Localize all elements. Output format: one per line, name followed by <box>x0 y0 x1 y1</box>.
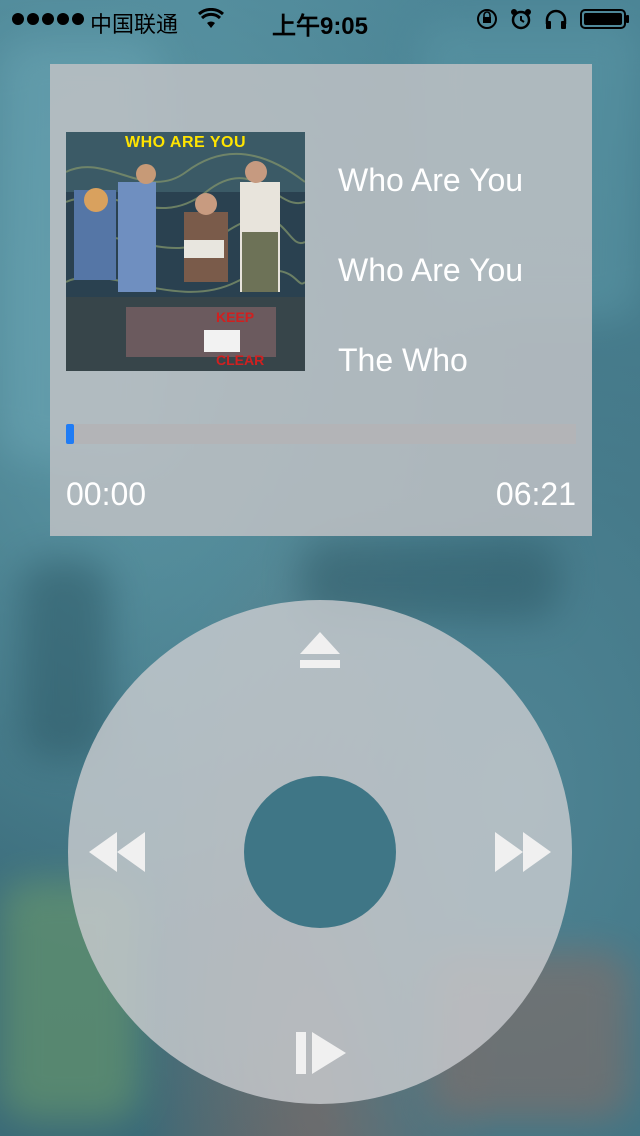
track-album: Who Are You <box>338 252 524 288</box>
svg-text:KEEP: KEEP <box>216 309 254 325</box>
play-pause-button[interactable] <box>296 1032 348 1079</box>
rotation-lock-icon <box>476 8 498 36</box>
fast-forward-button[interactable] <box>494 832 552 877</box>
headphones-icon <box>544 8 568 36</box>
rewind-button[interactable] <box>88 832 146 877</box>
track-title: Who Are You <box>338 162 524 198</box>
eject-icon <box>298 632 342 674</box>
elapsed-time: 00:00 <box>66 476 147 512</box>
progress-fill <box>66 424 74 444</box>
click-wheel[interactable] <box>68 600 572 1104</box>
svg-text:CLEAR: CLEAR <box>216 352 264 368</box>
album-cover-title: WHO ARE YOU <box>124 134 247 151</box>
track-artist: The Who <box>338 342 468 378</box>
progress-bar[interactable] <box>66 424 576 444</box>
total-time: 06:21 <box>495 476 576 512</box>
status-bar: 中国联通 上午9:05 <box>0 0 640 40</box>
fast-forward-icon <box>494 832 552 876</box>
now-playing-card: KEEP CLEAR WHO ARE YOU Who Are You Who A… <box>50 64 592 536</box>
wheel-center-button[interactable] <box>244 776 396 928</box>
play-pause-icon <box>296 1032 348 1078</box>
battery-icon <box>580 8 630 36</box>
alarm-icon <box>510 8 532 36</box>
album-cover-art: KEEP CLEAR WHO ARE YOU <box>66 132 305 371</box>
rewind-icon <box>88 832 146 876</box>
eject-button[interactable] <box>298 630 342 675</box>
